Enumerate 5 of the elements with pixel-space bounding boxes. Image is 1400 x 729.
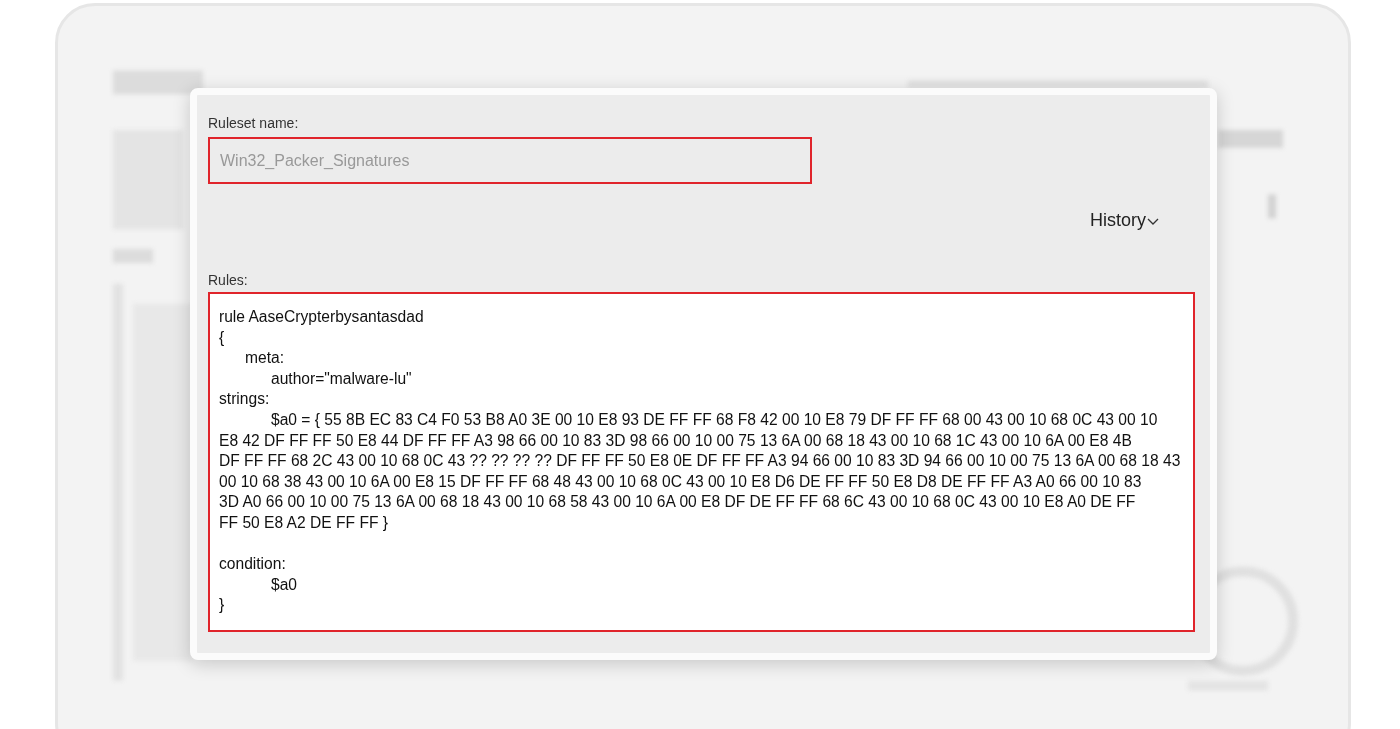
history-dropdown[interactable]: History [1090,210,1159,231]
field-label: Ruleset name: [208,115,300,131]
chevron-icon [1147,216,1159,225]
rules-field[interactable]: rule AaseCrypterbysantasdad { meta: author="malware-lu" strings: $a0 = { 55 8B EC 83 C4 F0 53 B8 A0 3E 00 10 E8 93 DE FF FF 68 F8 42 00 10 E8 79 DF FF FF 68 00 43 00 10 68 0C 43 00 10 E8 42 DF FF FF 50 E8 44 DF FF FF A3 98 66 00 10 83 3D 98 66 00 10 00 75 13 6A 00 68 18 43 00 10 68 1C 43 00 10 6A 00 E8 4B DF FF FF 68 2C 43 00 10 68 0C 43 ?? ?? ?? ?? DF FF FF 50 E8 0E DF FF FF A3 94 66 00 10 83 3D 94 66 00 10 00 75 13 6A 00 68 18 43 00 10 68 38 43 00 10 6A 00 E8 15 DF FF FF 68 48 43 00 10 68 0C 43 00 10 E8 D6 DE FF FF 50 E8 D8 DE FF FF A3 A0 66 00 10 83 3D A0 66 00 10 00 75 13 6A 00 68 18 43 00 10 68 58 43 00 10 6A 00 E8 DF DE FF FF 68 6C 43 00 10 68 0C 43 00 10 E8 A0 DE FF FF 50 E8 A2 DE FF FF } condition: $a0 } [208,292,1195,632]
field-label: Rules: [208,272,249,288]
